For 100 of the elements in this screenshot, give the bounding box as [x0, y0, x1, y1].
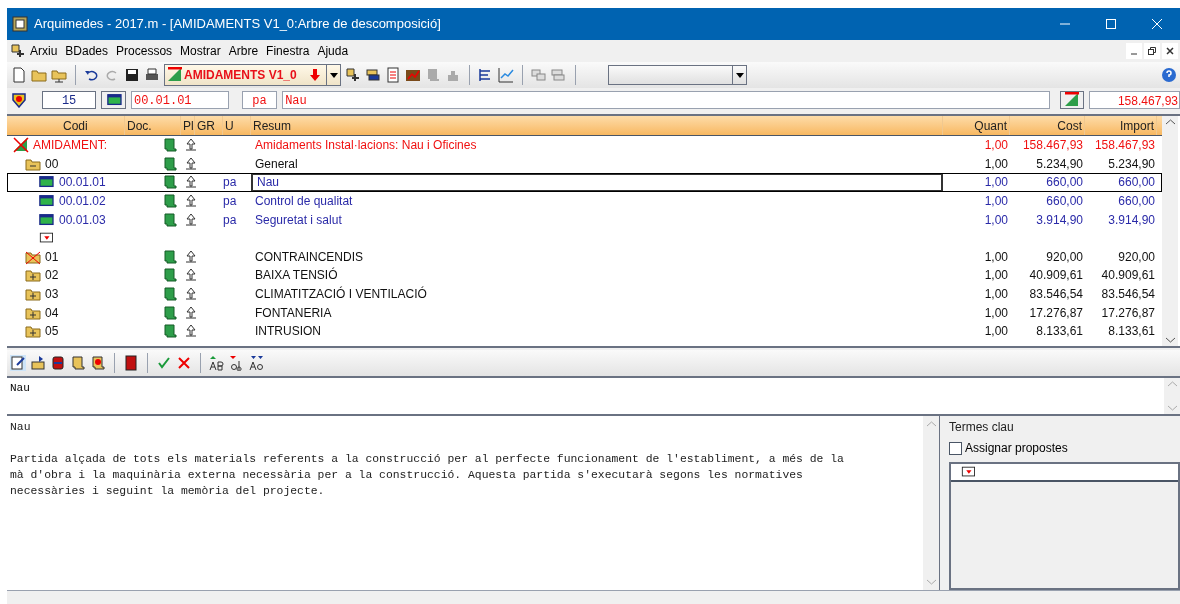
save-icon[interactable]: [124, 67, 140, 83]
scroll-up-icon[interactable]: [1165, 119, 1175, 125]
tree-row[interactable]: AMIDAMENT: Amidaments Instal·lacions: Nau i Oficines 1,00 158.467,93 158.467,93: [7, 136, 1162, 155]
code-cell-text: 01: [45, 248, 59, 266]
cost-cell-text: 17.276,87: [1028, 304, 1084, 322]
open-folder-icon[interactable]: [31, 67, 47, 83]
restore-button[interactable]: [1144, 43, 1160, 59]
cost-cell-text: 5.234,90: [1035, 155, 1084, 173]
card-arrow-icon[interactable]: [30, 355, 46, 371]
cost-cell-text: 3.914,90: [1035, 211, 1084, 229]
cost-cell-text: 920,00: [1045, 248, 1084, 266]
book-icon[interactable]: [50, 355, 66, 371]
document-plus-icon[interactable]: [345, 67, 361, 83]
quantity-header[interactable]: Quant: [943, 116, 1010, 135]
menu-item[interactable]: Mostrar: [176, 42, 225, 60]
view-dropdown[interactable]: [608, 65, 747, 85]
count-field[interactable]: 15: [42, 91, 97, 109]
restore-icon: [1148, 47, 1156, 55]
assign-checkbox[interactable]: [949, 441, 962, 455]
new-row-icon[interactable]: [37, 231, 55, 246]
tree-row[interactable]: 00.01.02 pa Control de qualitat 1,00 660,00 660,00: [7, 191, 1162, 211]
tree-row[interactable]: 02 BAIXA TENSIÓ 1,00 40.909,61 40.909,61: [7, 266, 1162, 285]
code-header[interactable]: Codi: [7, 116, 125, 135]
quantity-cell-text: 1,00: [983, 267, 1009, 285]
doc-header[interactable]: Doc.: [125, 116, 181, 135]
quantity-cell-text: 1,00: [983, 286, 1009, 304]
menu-item[interactable]: Arbre: [224, 42, 263, 60]
cost-header[interactable]: Cost: [1010, 116, 1085, 135]
folder-icon[interactable]: [25, 267, 41, 284]
code-cell-text: 03: [45, 286, 59, 304]
budget-dropdown[interactable]: AMIDAMENTS V1_0: [164, 64, 341, 86]
uppercase-icon[interactable]: [209, 355, 225, 371]
new-row-icon[interactable]: [959, 465, 977, 479]
close-icon[interactable]: [176, 355, 192, 371]
shield-icon[interactable]: [11, 92, 27, 108]
chart-icon[interactable]: [405, 67, 421, 83]
down-arrow-icon: [310, 69, 320, 81]
unit-header[interactable]: U: [223, 116, 251, 135]
window-icon: [37, 175, 55, 190]
amount-cell-text: 83.546,54: [1100, 286, 1156, 304]
windows-icon[interactable]: [551, 67, 567, 83]
description-line: necessàries i seguint la memòria del projecte.: [10, 485, 325, 497]
cost-cell-text: 8.133,61: [1035, 323, 1084, 341]
close-button[interactable]: [1162, 43, 1178, 59]
scroll-down-icon[interactable]: [1165, 337, 1175, 343]
document-icon[interactable]: [11, 67, 27, 83]
printer-icon[interactable]: [144, 67, 160, 83]
edit-document-icon[interactable]: [10, 355, 26, 371]
window-icon: [37, 212, 55, 227]
document-plus-icon[interactable]: [10, 43, 26, 59]
quantity-cell-text: 1,00: [983, 248, 1009, 266]
tree-row[interactable]: 03 CLIMATITZACIÓ I VENTILACIÓ 1,00 83.546,54 83.546,54: [7, 284, 1162, 304]
windows-icon[interactable]: [531, 67, 547, 83]
unit-field[interactable]: pa: [241, 91, 278, 109]
check-icon[interactable]: [156, 355, 172, 371]
euro-scroll-icon[interactable]: [90, 355, 106, 371]
line-chart-icon[interactable]: [498, 67, 514, 83]
code-cell-text: 04: [45, 304, 59, 322]
tree-row[interactable]: 04 FONTANERIA 1,00 17.276,87 17.276,87: [7, 303, 1162, 322]
scroll-icon: [162, 155, 178, 172]
item-type-button[interactable]: [101, 91, 126, 109]
stack-icon[interactable]: [365, 67, 381, 83]
summary-cell-text: CONTRAINCENDIS: [254, 248, 363, 266]
menu-item[interactable]: BDades: [61, 42, 113, 60]
amount-cell-text: 660,00: [1117, 193, 1156, 211]
gr-header[interactable]: GR: [195, 116, 223, 135]
lowercase-icon[interactable]: [229, 355, 245, 371]
keywords-list[interactable]: [949, 462, 1180, 590]
code-field[interactable]: 00.01.01: [130, 91, 229, 109]
amount-header[interactable]: Import: [1085, 116, 1157, 135]
window-icon: [104, 93, 123, 107]
tree-row[interactable]: 05 INTRUSION 1,00 8.133,61 8.133,61: [7, 321, 1162, 341]
scrollbar[interactable]: [1162, 116, 1178, 346]
book-icon[interactable]: [123, 355, 139, 371]
code-cell-text: 00.01.03: [59, 211, 106, 229]
close-icon: [1166, 47, 1174, 55]
quantity-cell-text: 1,00: [983, 304, 1009, 322]
menu-item[interactable]: Ajuda: [313, 42, 353, 60]
tree-row[interactable]: 00.01.03 pa Seguretat i salut 1,00 3.914,90 3.914,90: [7, 210, 1162, 229]
tree-row[interactable]: 00.01.01 pa Nau 1,00 660,00 660,00: [7, 173, 1162, 192]
code-cell-text: 00.01.02: [59, 193, 106, 211]
summary-cell-text: Amidaments Instal·lacions: Nau i Oficines: [254, 137, 477, 155]
summary-cell-text: INTRUSION: [254, 323, 321, 341]
tree-row[interactable]: 01 CONTRAINCENDIS 1,00 920,00 920,00: [7, 247, 1162, 267]
summary-header[interactable]: Resum: [251, 116, 943, 135]
folder-icon[interactable]: [25, 286, 41, 303]
menu-item[interactable]: Processos: [112, 42, 177, 60]
tree-row[interactable]: 00 General 1,00 5.234,90 5.234,90: [7, 154, 1162, 174]
network-folder-icon[interactable]: [51, 67, 67, 83]
mixed-case-icon[interactable]: [249, 355, 265, 371]
menu-item[interactable]: Arxiu: [26, 42, 62, 60]
summary-cell-text: CLIMATITZACIÓ I VENTILACIÓ: [254, 285, 427, 304]
summary-field[interactable]: Nau: [282, 91, 1050, 109]
help-icon[interactable]: [1161, 67, 1177, 83]
folder-icon[interactable]: [25, 323, 41, 340]
set-square-button[interactable]: [1059, 91, 1085, 109]
scroll-icon[interactable]: [70, 355, 86, 371]
description-line: Partida alçada de tots els materials referents a la construcció per al perfecte funcionament de l'establiment, a més de la: [10, 453, 844, 465]
ple-header[interactable]: Pl: [181, 116, 195, 135]
menu-item[interactable]: Finestra: [262, 42, 314, 60]
